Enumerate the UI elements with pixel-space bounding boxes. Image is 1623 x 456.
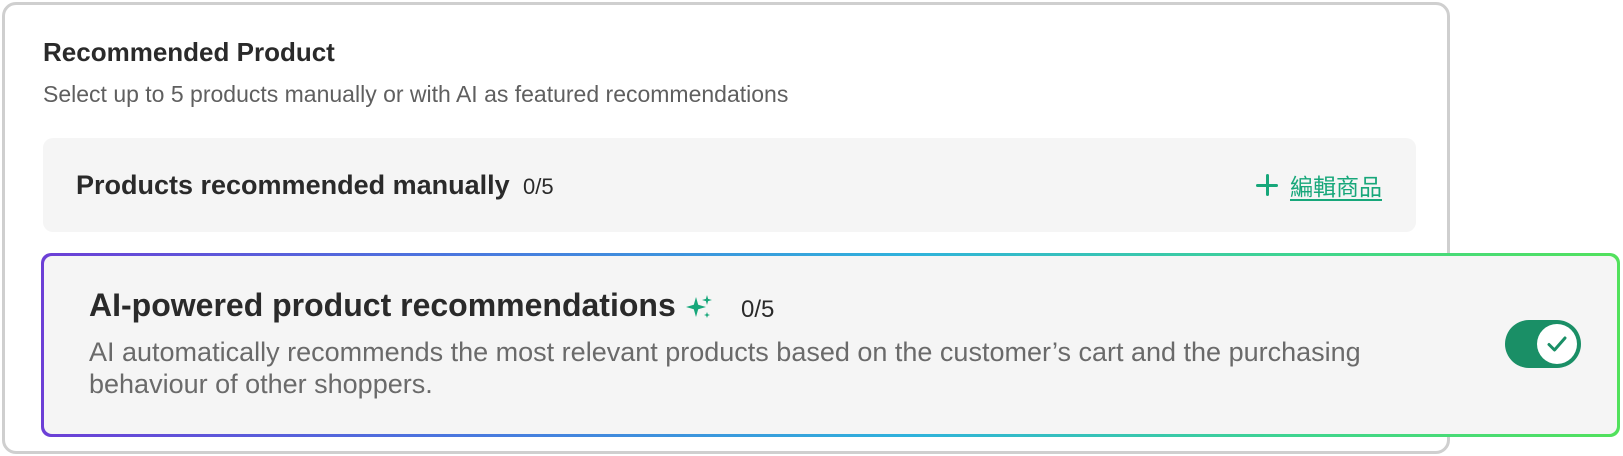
ai-recommendation-panel: AI-powered product recommendations 0/5 A… [41,253,1620,437]
plus-icon [1254,172,1280,198]
edit-products-label[interactable]: 編輯商品 [1290,168,1382,202]
ai-recommendation-toggle[interactable] [1505,320,1581,368]
ai-recommendation-title: AI-powered product recommendations [89,287,676,323]
ai-recommendation-panel-inner: AI-powered product recommendations 0/5 A… [44,256,1617,434]
ai-recommendation-description: AI automatically recommends the most rel… [89,337,1361,399]
manual-recommendation-count: 0/5 [523,174,554,199]
sparkle-icon [686,295,712,318]
manual-recommendation-title: Products recommended manually [76,170,510,200]
check-icon [1547,336,1567,352]
edit-products-button[interactable]: 編輯商品 [1254,168,1382,202]
section-subtitle: Select up to 5 products manually or with… [43,81,789,107]
ai-recommendation-count: 0/5 [741,296,775,323]
manual-recommendation-panel: Products recommended manually 0/5 編輯商品 [43,138,1416,232]
section-title: Recommended Product [43,37,335,67]
toggle-knob [1537,324,1577,364]
